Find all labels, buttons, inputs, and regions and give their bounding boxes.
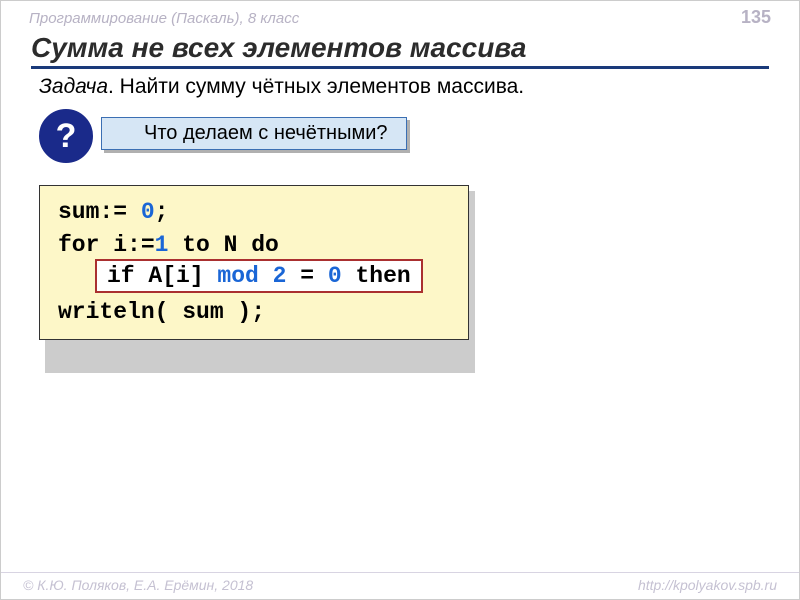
hint-box: Что делаем с нечётными? [101,117,407,150]
task-label: Задача [39,75,108,98]
hint-text: Что делаем с нечётными? [144,122,388,144]
code-line-1: sum:= 0; [58,196,454,229]
footer-url: http://kpolyakov.spb.ru [638,577,777,593]
task-text: Задача. Найти сумму чётных элементов мас… [39,75,769,99]
code-line-5: writeln( sum ); [58,296,454,329]
course-label: Программирование (Паскаль), 8 класс [29,10,299,27]
slide-header: Программирование (Паскаль), 8 класс 135 [1,1,799,28]
page-number: 135 [741,7,771,28]
footer-authors: © К.Ю. Поляков, Е.А. Ерёмин, 2018 [23,577,253,593]
slide-footer: © К.Ю. Поляков, Е.А. Ерёмин, 2018 http:/… [1,572,799,599]
task-body: . Найти сумму чётных элементов массива. [108,75,524,98]
code-line-2: for i:=1 to N do [58,229,454,262]
question-mark: ? [56,117,77,156]
slide: Программирование (Паскаль), 8 класс 135 … [0,0,800,600]
code-overlay-condition: if A[i] mod 2 = 0 then [95,259,423,293]
slide-title: Сумма не всех элементов массива [31,32,769,69]
hint-row: Что делаем с нечётными? ? [39,113,799,159]
question-icon: ? [39,109,93,163]
code-block-wrap: sum:= 0; for i:=1 to N do sum:= sum + A[… [39,185,469,340]
